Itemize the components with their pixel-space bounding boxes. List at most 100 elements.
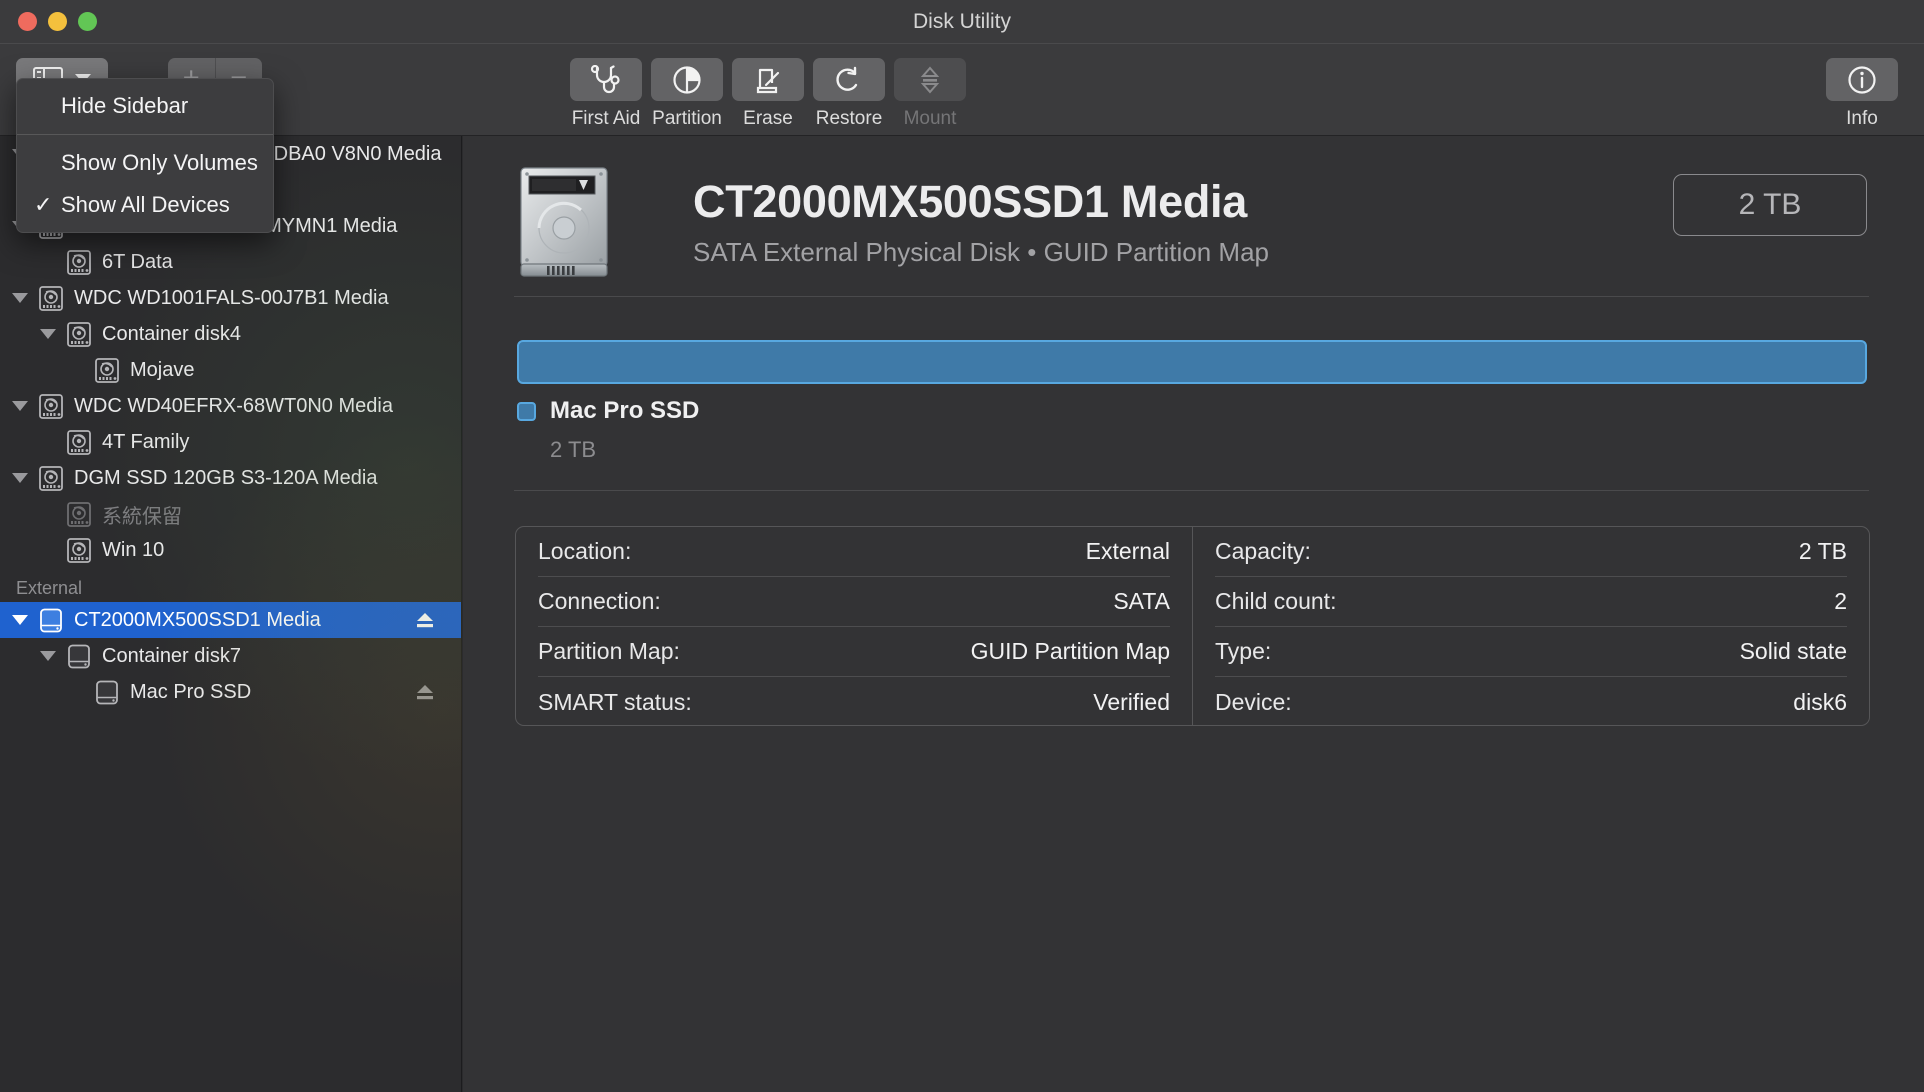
main-panel: CT2000MX500SSD1 Media SATA External Phys… [463, 136, 1924, 1092]
sidebar-item-label: Mac Pro SSD [130, 680, 252, 703]
info-row: Device: disk6 [1215, 677, 1847, 727]
menu-separator [17, 134, 273, 135]
hard-drive-icon [67, 249, 91, 275]
info-label: SMART status: [538, 688, 692, 715]
sidebar-item-label: WDC WD40EFRX-68WT0N0 Media [74, 394, 393, 417]
hard-drive-icon [39, 465, 63, 491]
undo-arrow-icon [836, 66, 858, 91]
info-row: SMART status: Verified [538, 677, 1170, 727]
erase-button[interactable]: Erase [732, 58, 804, 130]
ssd-icon [40, 608, 62, 632]
sidebar-item[interactable]: Container disk7 [0, 638, 462, 674]
hard-drive-icon [66, 501, 92, 528]
divider-top [514, 296, 1869, 297]
capacity-badge: 2 TB [1673, 174, 1867, 236]
info-label: Child count: [1215, 588, 1337, 614]
sidebar-section-external: External [16, 578, 83, 598]
toolbar: + − First Aid [0, 44, 1924, 136]
sidebar-item[interactable]: 系統保留 [0, 496, 462, 532]
eject-icon[interactable] [416, 684, 434, 701]
info-value: disk6 [1793, 688, 1847, 715]
hard-drive-icon [39, 285, 63, 311]
sidebar-item[interactable]: Mac Pro SSD [0, 674, 462, 710]
menu-item-label: Show Only Volumes [61, 150, 258, 175]
info-value: GUID Partition Map [970, 638, 1170, 664]
hard-drive-icon [66, 249, 92, 276]
menu-item-show-all-devices[interactable]: ✓ Show All Devices [17, 184, 273, 226]
disclosure-triangle-icon[interactable] [12, 473, 28, 483]
restore-label: Restore [815, 108, 883, 129]
hard-drive-icon [67, 429, 91, 455]
ssd-icon [94, 679, 120, 706]
mount-label: Mount [903, 108, 957, 129]
sidebar-item[interactable]: 4T Family [0, 424, 462, 460]
ssd-icon [66, 643, 92, 670]
sidebar-external-list: CT2000MX500SSD1 Media Container disk7 Ma… [0, 602, 462, 710]
info-value: 2 [1834, 588, 1847, 614]
info-row: Type: Solid state [1215, 627, 1847, 677]
hard-drive-icon [66, 429, 92, 456]
erase-label: Erase [743, 108, 793, 129]
sidebar-item-label: Container disk7 [102, 644, 241, 667]
disk-info-card: Location: External Connection: SATA Part… [515, 526, 1870, 726]
info-button[interactable]: Info [1826, 58, 1898, 130]
info-row: Connection: SATA [538, 577, 1170, 627]
sidebar-item[interactable]: 6T Data [0, 244, 462, 280]
disclosure-triangle-icon[interactable] [40, 651, 56, 661]
legend-swatch-icon [517, 401, 536, 421]
info-label: Type: [1215, 638, 1272, 664]
info-label: Capacity: [1215, 538, 1311, 564]
sidebar-item[interactable]: CT2000MX500SSD1 Media [0, 602, 462, 638]
disclosure-triangle-icon[interactable] [12, 615, 28, 625]
partition-button[interactable]: Partition [651, 58, 723, 130]
sidebar-item[interactable]: WDC WD40EFRX-68WT0N0 Media [0, 388, 462, 424]
legend-volume-name: Mac Pro SSD [550, 397, 700, 424]
info-value: 2 TB [1798, 538, 1847, 564]
sidebar-item[interactable]: Container disk4 [0, 316, 462, 352]
sidebar-item-label: DGM SSD 120GB S3-120A Media [74, 466, 378, 489]
disk-header: CT2000MX500SSD1 Media SATA External Phys… [515, 164, 1269, 280]
sidebar-item-label: Win 10 [102, 538, 165, 561]
menu-item-hide-sidebar[interactable]: Hide Sidebar [17, 85, 273, 127]
menu-item-show-only-volumes[interactable]: Show Only Volumes [17, 142, 273, 184]
hard-drive-icon [67, 537, 91, 563]
info-label: Connection: [538, 588, 661, 614]
restore-button[interactable]: Restore [813, 58, 885, 130]
eject-icon[interactable] [416, 612, 434, 629]
title-bar: Disk Utility [0, 0, 1924, 44]
disclosure-triangle-icon[interactable] [40, 329, 56, 339]
sidebar-item[interactable]: WDC WD1001FALS-00J7B1 Media [0, 280, 462, 316]
sidebar: WDC WD80EZAZ-11TDBA0 V8N0 Media 8T Backu… [0, 136, 462, 1092]
sidebar-item[interactable]: Mojave [0, 352, 462, 388]
disclosure-triangle-icon[interactable] [12, 401, 28, 411]
sidebar-item-label: WDC WD1001FALS-00J7B1 Media [74, 286, 389, 309]
sidebar-divider [461, 136, 462, 1092]
eject-icon [417, 684, 433, 699]
info-row: Partition Map: GUID Partition Map [538, 627, 1170, 677]
sidebar-item-label: 4T Family [102, 430, 190, 453]
usage-bar[interactable] [517, 340, 1867, 384]
usage-legend: Mac Pro SSD 2 TB [517, 397, 699, 463]
info-row: Capacity: 2 TB [1215, 527, 1847, 577]
first-aid-button[interactable]: First Aid [570, 58, 642, 130]
checkmark-icon: ✓ [34, 192, 53, 217]
hard-drive-icon [38, 393, 64, 420]
eraser-icon [756, 68, 780, 93]
disk-subtitle: SATA External Physical Disk • GUID Parti… [693, 237, 1269, 267]
info-label: Info [1846, 108, 1878, 129]
menu-item-label: Hide Sidebar [61, 93, 189, 118]
info-label: Device: [1215, 688, 1292, 715]
disclosure-triangle-icon[interactable] [12, 293, 28, 303]
sidebar-item-label: 6T Data [102, 250, 173, 273]
ssd-icon [38, 607, 64, 634]
info-value: SATA [1113, 588, 1170, 614]
hard-drive-icon [66, 537, 92, 564]
mount-arrows-icon [920, 65, 940, 94]
info-label: Partition Map: [538, 638, 680, 664]
hard-drive-icon [94, 357, 120, 384]
partition-label: Partition [652, 108, 722, 129]
info-circle-icon [1848, 65, 1876, 94]
hard-drive-icon [66, 321, 92, 348]
sidebar-item[interactable]: Win 10 [0, 532, 462, 568]
sidebar-item[interactable]: DGM SSD 120GB S3-120A Media [0, 460, 462, 496]
